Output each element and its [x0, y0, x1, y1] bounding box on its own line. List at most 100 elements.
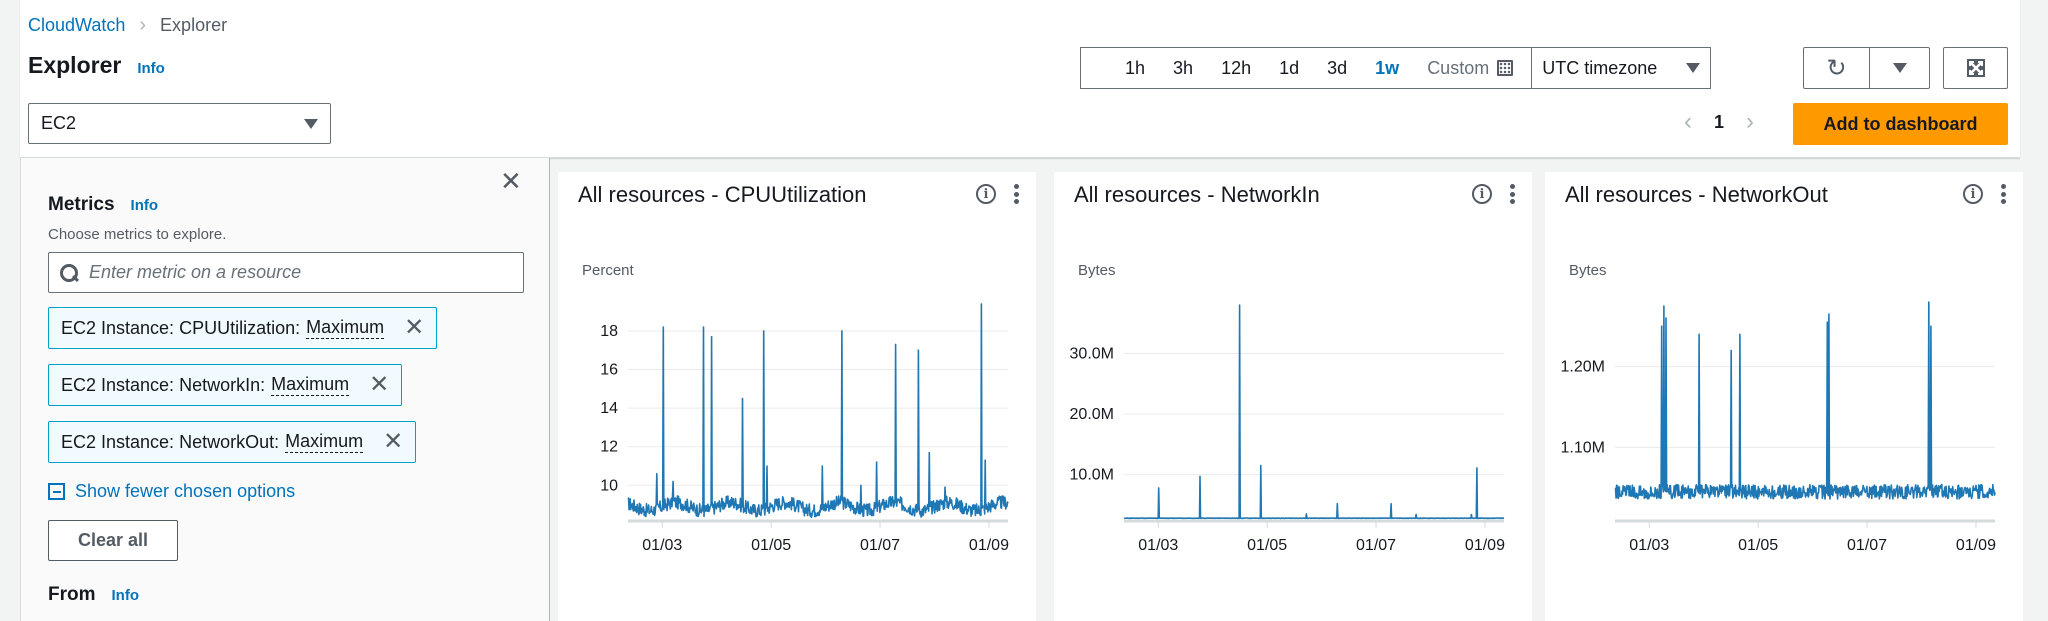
- more-options-icon[interactable]: [1510, 184, 1516, 204]
- metrics-info-link[interactable]: Info: [131, 197, 159, 214]
- fullscreen-icon: [1966, 59, 1985, 77]
- add-to-dashboard-button[interactable]: Add to dashboard: [1793, 103, 2008, 145]
- y-tick-label: 1.10M: [1561, 439, 1605, 456]
- show-fewer-label: Show fewer chosen options: [75, 481, 296, 501]
- caret-down-icon: [1686, 63, 1701, 73]
- chevron-right-icon: ›: [139, 14, 147, 36]
- page-title: Explorer: [28, 52, 122, 78]
- chart-title: All resources - NetworkIn: [1074, 182, 1320, 207]
- breadcrumb-current: Explorer: [160, 15, 228, 35]
- x-tick-label: 01/07: [860, 537, 900, 554]
- metric-token-label: EC2 Instance: NetworkOut:: [61, 431, 280, 452]
- x-tick-label: 01/09: [1465, 537, 1505, 554]
- metric-token: EC2 Instance: CPUUtilization: Maximum ✕: [48, 307, 438, 349]
- fullscreen-button[interactable]: [1943, 47, 2008, 89]
- more-options-icon[interactable]: [1014, 184, 1020, 204]
- x-tick-label: 01/03: [642, 537, 682, 554]
- metric-search-input[interactable]: Enter metric on a resource: [48, 252, 524, 293]
- x-tick-label: 01/05: [1738, 537, 1778, 554]
- page-title-row: Explorer Info: [28, 52, 165, 79]
- series-line: [1123, 304, 1505, 520]
- range-option-12h[interactable]: 12h: [1207, 58, 1265, 79]
- x-tick-label: 01/09: [969, 537, 1009, 554]
- y-tick-label: 14: [600, 400, 618, 417]
- chart-widget-networkin: All resources - NetworkIn i Bytes 10.0M 2…: [1054, 172, 1532, 621]
- more-options-icon[interactable]: [2001, 184, 2007, 204]
- chart-plot: 10.0M 20.0M 30.0M 01/03 01/05 01/07 01/09: [1070, 304, 1505, 554]
- metric-token-stat[interactable]: Maximum: [285, 431, 364, 453]
- chart-plot: 10 12 14 16 18 01/03 01/05 01/07 01/09: [600, 303, 1009, 554]
- time-range-selector: 1h 3h 12h 1d 3d 1w Custom UTC timezone: [1080, 47, 1712, 89]
- remove-token-icon[interactable]: ✕: [369, 373, 389, 397]
- chart-widget-cpu: All resources - CPUUtilization i Percent…: [558, 172, 1036, 621]
- x-tick-label: 01/05: [751, 537, 791, 554]
- from-heading: From: [48, 584, 96, 605]
- metric-token-label: EC2 Instance: NetworkIn:: [61, 374, 266, 395]
- y-tick-label: 30.0M: [1070, 345, 1114, 362]
- service-select-value: EC2: [41, 113, 77, 133]
- from-section-title: From Info: [48, 584, 139, 606]
- timezone-select[interactable]: UTC timezone: [1532, 48, 1710, 88]
- range-option-custom[interactable]: Custom: [1413, 58, 1497, 79]
- x-tick-label: 01/07: [1356, 537, 1396, 554]
- page-info-link[interactable]: Info: [137, 60, 165, 77]
- refresh-group: ↻: [1803, 47, 1930, 89]
- refresh-button[interactable]: ↻: [1803, 47, 1869, 89]
- chart-title: All resources - NetworkOut: [1565, 182, 1828, 207]
- metric-token: EC2 Instance: NetworkOut: Maximum ✕: [48, 421, 417, 463]
- x-tick-label: 01/05: [1247, 537, 1287, 554]
- remove-token-icon[interactable]: ✕: [383, 430, 403, 454]
- remove-token-icon[interactable]: ✕: [404, 316, 424, 340]
- x-tick-label: 01/07: [1847, 537, 1887, 554]
- chart-title: All resources - CPUUtilization: [578, 182, 867, 207]
- previous-page-button[interactable]: ‹: [1684, 108, 1692, 136]
- y-tick-label: 16: [600, 362, 618, 379]
- refresh-options-button[interactable]: [1869, 47, 1930, 89]
- metric-token-stat[interactable]: Maximum: [271, 374, 350, 396]
- info-icon[interactable]: i: [976, 184, 996, 204]
- y-tick-label: 1.20M: [1561, 359, 1605, 376]
- metric-token: EC2 Instance: NetworkIn: Maximum ✕: [48, 364, 403, 406]
- clear-all-button[interactable]: Clear all: [48, 520, 178, 561]
- metric-search-placeholder: Enter metric on a resource: [89, 262, 302, 282]
- metric-token-label: EC2 Instance: CPUUtilization:: [61, 317, 301, 338]
- x-tick-label: 01/03: [1629, 537, 1669, 554]
- service-select[interactable]: EC2: [28, 103, 331, 144]
- caret-down-icon: [304, 118, 318, 129]
- range-option-1h[interactable]: 1h: [1111, 58, 1159, 79]
- collapse-icon: [48, 483, 65, 500]
- chart-widget-networkout: All resources - NetworkOut i Bytes 1.10M…: [1545, 172, 2023, 621]
- y-tick-label: 10.0M: [1070, 467, 1114, 484]
- close-panel-icon[interactable]: ✕: [500, 168, 522, 194]
- from-info-link[interactable]: Info: [112, 587, 140, 604]
- info-icon[interactable]: i: [1472, 184, 1492, 204]
- y-tick-label: 18: [600, 323, 618, 340]
- calendar-icon[interactable]: [1497, 60, 1514, 76]
- metrics-section-title: Metrics Info: [48, 194, 158, 216]
- refresh-icon: ↻: [1826, 54, 1847, 82]
- x-tick-label: 01/09: [1956, 537, 1996, 554]
- metric-token-stat[interactable]: Maximum: [306, 317, 385, 339]
- x-tick-label: 01/03: [1138, 537, 1178, 554]
- time-range-options: 1h 3h 12h 1d 3d 1w Custom: [1081, 48, 1533, 88]
- series-line: [1614, 301, 1996, 500]
- caret-down-icon: [1892, 63, 1907, 73]
- timezone-value: UTC timezone: [1542, 57, 1658, 78]
- breadcrumb-cloudwatch-link[interactable]: CloudWatch: [28, 15, 125, 36]
- search-icon: [59, 263, 79, 283]
- y-tick-label: 20.0M: [1070, 406, 1114, 423]
- range-option-3d[interactable]: 3d: [1313, 58, 1361, 79]
- y-tick-label: 12: [600, 439, 618, 456]
- current-page-number[interactable]: 1: [1714, 112, 1724, 133]
- info-icon[interactable]: i: [1963, 184, 1983, 204]
- metrics-description: Choose metrics to explore.: [48, 226, 227, 243]
- next-page-button[interactable]: ›: [1746, 108, 1754, 136]
- metrics-heading: Metrics: [48, 194, 115, 215]
- range-option-1d[interactable]: 1d: [1265, 58, 1313, 79]
- pagination: ‹ 1 ›: [1684, 108, 1754, 136]
- range-option-1w[interactable]: 1w: [1361, 58, 1413, 79]
- chart-plot: 1.10M 1.20M 01/03 01/05 01/07 01/09: [1561, 301, 1996, 554]
- range-option-3h[interactable]: 3h: [1159, 58, 1207, 79]
- y-tick-label: 10: [600, 477, 618, 494]
- show-fewer-options-link[interactable]: Show fewer chosen options: [48, 481, 295, 502]
